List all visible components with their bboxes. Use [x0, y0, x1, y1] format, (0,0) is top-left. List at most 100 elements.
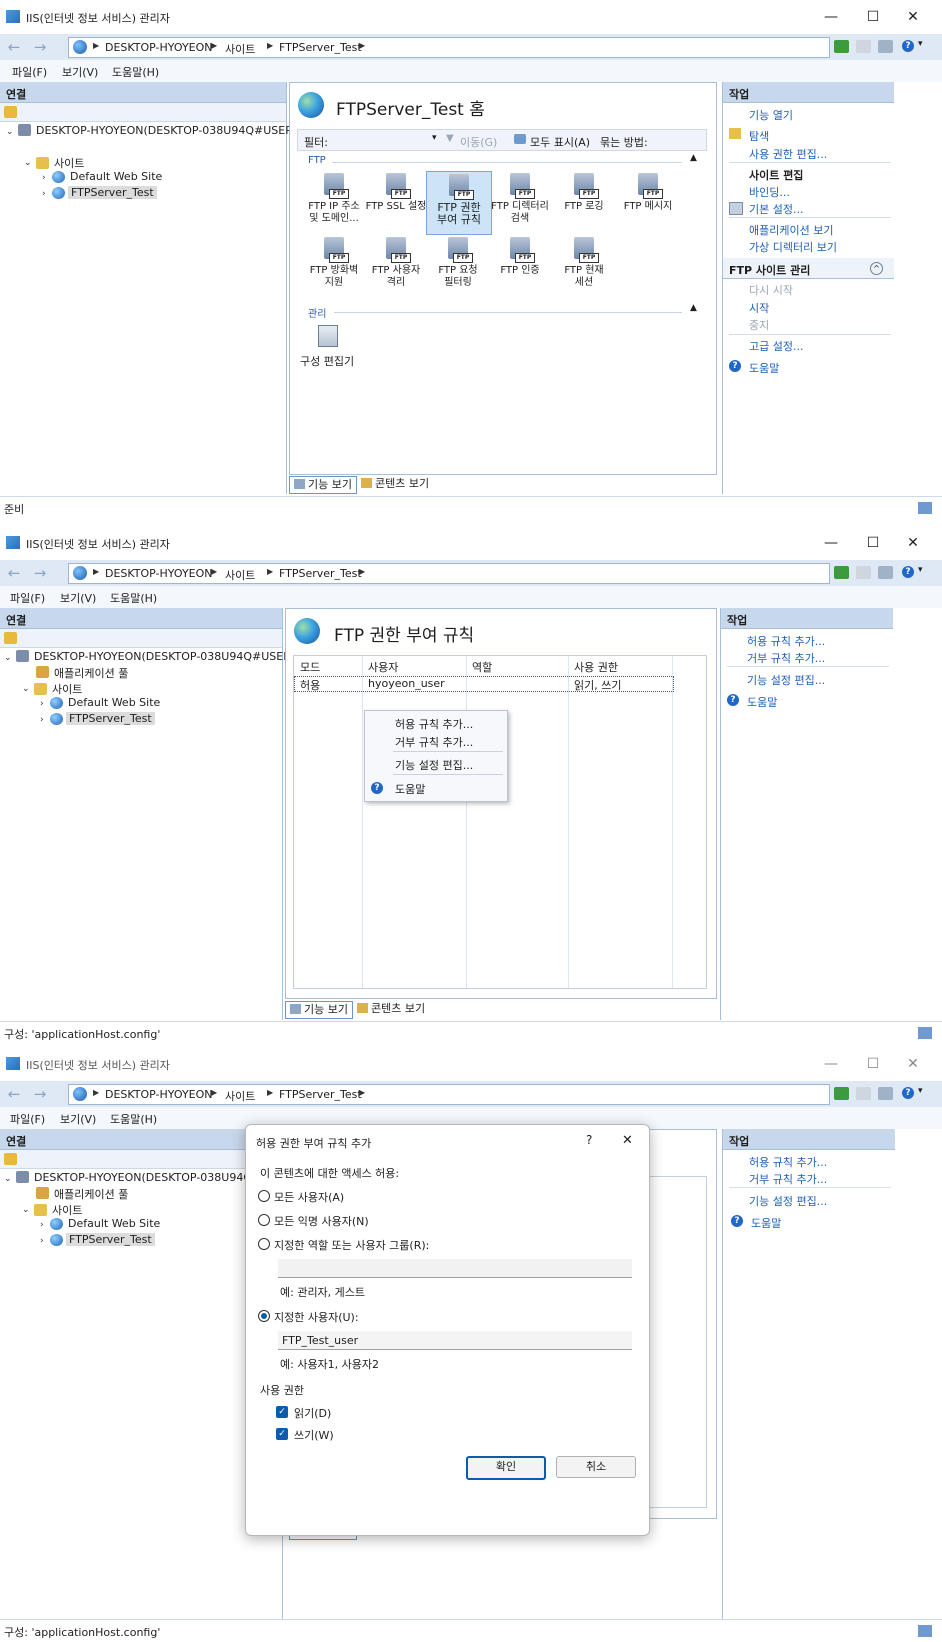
- close-button[interactable]: ✕: [898, 6, 928, 28]
- breadcrumb-site[interactable]: FTPServer_Test: [279, 41, 362, 54]
- action-start[interactable]: 시작: [749, 300, 769, 316]
- tile-ftp-logging[interactable]: FTP FTP 로깅: [552, 171, 616, 233]
- tile-ftp-messages[interactable]: FTP FTP 메시지: [616, 171, 680, 233]
- action-help[interactable]: 도움말: [751, 1215, 781, 1231]
- tree-server[interactable]: DESKTOP-HYOYEON(DESKTOP-038U94Q#U: [34, 1171, 269, 1184]
- help-icon[interactable]: ?: [902, 566, 914, 578]
- breadcrumb-site[interactable]: FTPServer_Test: [279, 567, 362, 580]
- filter-input[interactable]: [334, 132, 434, 147]
- config-editor-icon[interactable]: [318, 325, 338, 347]
- tile-ftp-directory-browsing[interactable]: FTP FTP 디렉터리 검색: [488, 171, 552, 233]
- chevron-down-icon[interactable]: ⌄: [4, 1174, 12, 1184]
- minimize-button[interactable]: —: [816, 1053, 846, 1075]
- connect-icon[interactable]: [834, 566, 849, 579]
- action-basic-settings[interactable]: 기본 설정...: [749, 201, 803, 217]
- new-connection-icon[interactable]: [4, 106, 17, 118]
- menu-help[interactable]: 도움말(H): [112, 64, 159, 80]
- menu-file[interactable]: 파일(F): [10, 1111, 45, 1127]
- collapse-icon[interactable]: ▲: [690, 153, 697, 163]
- table-row[interactable]: 허용 hyoyeon_user 읽기, 쓰기: [294, 676, 674, 692]
- tree-sites[interactable]: 사이트: [54, 155, 84, 171]
- specified-users-label[interactable]: 지정한 사용자(U):: [274, 1309, 359, 1325]
- chevron-right-icon[interactable]: ›: [40, 1220, 44, 1230]
- help-dropdown-icon[interactable]: ▾: [918, 1086, 923, 1096]
- tree-sites[interactable]: 사이트: [52, 1202, 82, 1218]
- collapse-icon[interactable]: ▲: [690, 303, 697, 313]
- tile-ftp-ssl[interactable]: FTP FTP SSL 설정: [364, 171, 428, 233]
- action-stop[interactable]: 중지: [749, 317, 769, 333]
- dialog-close-button[interactable]: ✕: [622, 1133, 633, 1148]
- back-arrow-icon[interactable]: ←: [4, 564, 24, 582]
- write-checkbox[interactable]: ✓: [276, 1428, 288, 1440]
- go-button[interactable]: 이동(G): [460, 134, 497, 150]
- maximize-button[interactable]: ☐: [858, 6, 888, 28]
- close-button[interactable]: ✕: [898, 532, 928, 554]
- radio-all-users[interactable]: [258, 1190, 270, 1202]
- forward-arrow-icon[interactable]: →: [30, 38, 50, 56]
- action-add-allow-rule[interactable]: 허용 규칙 추가...: [749, 1154, 827, 1170]
- action-view-virtual-dirs[interactable]: 가상 디렉터리 보기: [749, 239, 837, 255]
- minimize-button[interactable]: —: [816, 532, 846, 554]
- chevron-down-icon[interactable]: ⌄: [6, 127, 14, 137]
- breadcrumb-sites[interactable]: 사이트: [225, 41, 255, 57]
- home-icon[interactable]: [878, 566, 893, 579]
- tree-app-pools[interactable]: 애플리케이션 풀: [54, 1186, 128, 1202]
- menu-help[interactable]: 도움말(H): [110, 1111, 157, 1127]
- minimize-button[interactable]: —: [816, 6, 846, 28]
- radio-roles-groups[interactable]: [258, 1238, 270, 1250]
- action-add-deny-rule[interactable]: 거부 규칙 추가...: [749, 1171, 827, 1187]
- mail-icon[interactable]: [856, 1087, 871, 1100]
- breadcrumb-server[interactable]: DESKTOP-HYOYEON: [105, 1088, 213, 1101]
- group-by-label[interactable]: 묶는 방법:: [600, 134, 648, 150]
- new-connection-icon[interactable]: [4, 632, 17, 644]
- tree-server[interactable]: DESKTOP-HYOYEON(DESKTOP-038U94Q#USER): [34, 650, 295, 663]
- maximize-button[interactable]: ☐: [858, 1053, 888, 1075]
- breadcrumb-server[interactable]: DESKTOP-HYOYEON: [105, 567, 213, 580]
- help-icon[interactable]: ?: [902, 40, 914, 52]
- menu-help[interactable]: 도움말(H): [110, 590, 157, 606]
- chevron-right-icon[interactable]: ›: [42, 173, 46, 183]
- breadcrumb[interactable]: ▶ DESKTOP-HYOYEON ▶ 사이트 ▶ FTPServer_Test…: [68, 563, 830, 584]
- tree-default-site[interactable]: Default Web Site: [68, 696, 160, 709]
- roles-input[interactable]: [278, 1259, 632, 1278]
- tree-server[interactable]: DESKTOP-HYOYEON(DESKTOP-038U94Q#USER): [36, 124, 297, 137]
- close-button[interactable]: ✕: [898, 1053, 928, 1075]
- menu-file[interactable]: 파일(F): [10, 590, 45, 606]
- help-dropdown-icon[interactable]: ▾: [918, 565, 923, 575]
- action-edit-feature-settings[interactable]: 기능 설정 편집...: [747, 672, 825, 688]
- chevron-down-icon[interactable]: ⌄: [22, 1205, 30, 1215]
- forward-arrow-icon[interactable]: →: [30, 1085, 50, 1103]
- chevron-right-icon[interactable]: ›: [40, 699, 44, 709]
- show-all-button[interactable]: 모두 표시(A): [530, 134, 590, 150]
- context-add-allow-rule[interactable]: 허용 규칙 추가...: [395, 716, 473, 732]
- menu-file[interactable]: 파일(F): [12, 64, 47, 80]
- chevron-down-icon[interactable]: ⌄: [4, 653, 12, 663]
- tab-content-view[interactable]: 콘텐츠 보기: [357, 476, 433, 492]
- action-open-feature[interactable]: 기능 열기: [749, 107, 793, 123]
- action-help[interactable]: 도움말: [747, 694, 777, 710]
- home-icon[interactable]: [878, 40, 893, 53]
- action-help[interactable]: 도움말: [749, 360, 779, 376]
- radio-specified-users[interactable]: [258, 1310, 270, 1322]
- all-users-label[interactable]: 모든 사용자(A): [274, 1189, 344, 1205]
- context-help[interactable]: 도움말: [395, 781, 425, 797]
- tile-ftp-request-filtering[interactable]: FTP FTP 요청 필터링: [426, 235, 490, 297]
- breadcrumb[interactable]: ▶ DESKTOP-HYOYEON ▶ 사이트 ▶ FTPServer_Test…: [68, 1084, 830, 1105]
- action-add-allow-rule[interactable]: 허용 규칙 추가...: [747, 633, 825, 649]
- tile-ftp-firewall[interactable]: FTP FTP 방화벽 지원: [302, 235, 366, 297]
- tree-sites[interactable]: 사이트: [52, 681, 82, 697]
- action-view-applications[interactable]: 애플리케이션 보기: [749, 222, 833, 238]
- breadcrumb-server[interactable]: DESKTOP-HYOYEON: [105, 41, 213, 54]
- column-permissions[interactable]: 사용 권한: [574, 659, 618, 675]
- collapse-icon[interactable]: ^: [870, 262, 883, 275]
- help-dropdown-icon[interactable]: ▾: [918, 39, 923, 49]
- action-edit-permissions[interactable]: 사용 권한 편집...: [749, 146, 827, 162]
- tree-app-pools[interactable]: 애플리케이션 풀: [54, 665, 128, 681]
- breadcrumb-sites[interactable]: 사이트: [225, 567, 255, 583]
- connect-icon[interactable]: [834, 1087, 849, 1100]
- forward-arrow-icon[interactable]: →: [30, 564, 50, 582]
- write-label[interactable]: 쓰기(W): [294, 1427, 334, 1443]
- column-user[interactable]: 사용자: [368, 659, 398, 675]
- column-mode[interactable]: 모드: [300, 659, 320, 675]
- read-label[interactable]: 읽기(D): [294, 1405, 331, 1421]
